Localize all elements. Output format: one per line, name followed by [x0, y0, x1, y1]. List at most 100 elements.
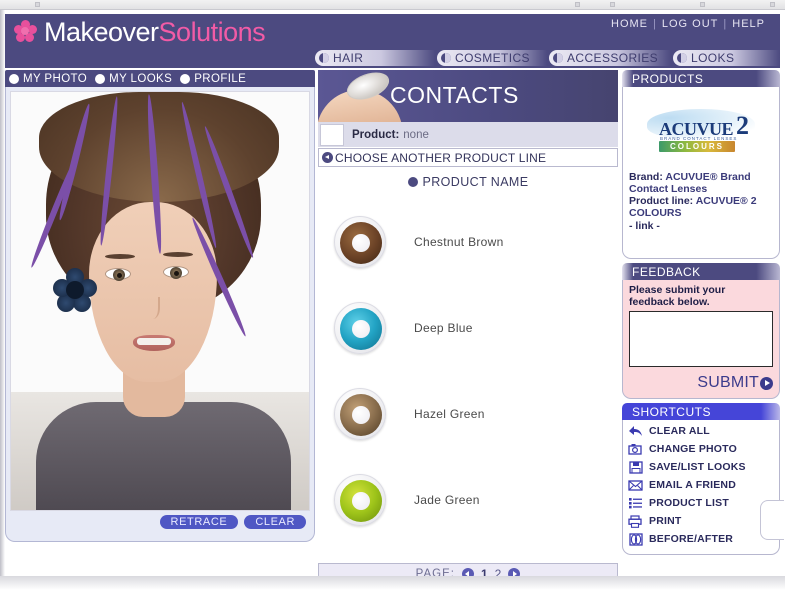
shortcuts-panel-title: SHORTCUTS — [632, 404, 711, 419]
chrome-dot — [700, 2, 705, 7]
nav-tab-accessories[interactable]: ACCESSORIES — [549, 50, 671, 66]
nav-bullet-icon — [553, 53, 563, 63]
flower-icon — [14, 20, 38, 44]
link-help[interactable]: HELP — [727, 18, 770, 30]
arrow-left-icon — [322, 152, 333, 163]
model-iris-right — [170, 267, 182, 279]
tab-dot-icon — [95, 73, 106, 84]
choose-another-label: CHOOSE ANOTHER PRODUCT LINE — [335, 150, 547, 165]
link-home[interactable]: HOME — [606, 18, 653, 30]
logo-two-text: 2 — [736, 111, 749, 140]
products-panel-header: PRODUCTS — [622, 70, 780, 87]
site-logo[interactable]: Makeover Solutions — [14, 16, 266, 48]
products-panel-title: PRODUCTS — [632, 71, 704, 86]
lens-swatch-deep-blue[interactable] — [334, 302, 386, 354]
product-link[interactable]: - link - — [629, 220, 773, 232]
shortcut-change-photo[interactable]: CHANGE PHOTO — [627, 440, 775, 458]
left-tab-my-photo[interactable]: MY PHOTO — [9, 73, 87, 85]
shortcut-label: CHANGE PHOTO — [649, 443, 737, 455]
nav-tab-cosmetics[interactable]: COSMETICS — [437, 50, 547, 66]
feedback-panel-header: FEEDBACK — [622, 263, 780, 280]
products-panel-body: ACUVUE 2 BRAND CONTACT LENSES COLOURS Br… — [622, 87, 780, 259]
nav-tab-looks[interactable]: LOOKS — [673, 50, 780, 66]
product-name: Jade Green — [414, 493, 480, 507]
brand-line: Brand: ACUVUE® Brand Contact Lenses — [629, 171, 773, 195]
selected-product-row: Product: none — [318, 122, 618, 148]
nav-tab-label: HAIR — [333, 51, 364, 65]
shortcut-email-a-friend[interactable]: EMAIL A FRIEND — [627, 476, 775, 494]
submit-label: SUBMIT — [697, 374, 759, 391]
shortcut-before-after[interactable]: BEFORE/AFTER — [627, 530, 775, 548]
chrome-dot — [575, 2, 580, 7]
contacts-banner: CONTACTS — [318, 70, 618, 122]
product-name: Hazel Green — [414, 407, 485, 421]
nav-tab-label: LOOKS — [691, 51, 735, 65]
product-value: none — [403, 128, 429, 141]
column-bullet-icon — [407, 177, 418, 187]
product-list: Chestnut Brown Deep Blue Hazel Green Jad… — [318, 193, 618, 563]
list-item[interactable]: Jade Green — [318, 457, 618, 543]
choose-another-product-line-button[interactable]: CHOOSE ANOTHER PRODUCT LINE — [318, 148, 618, 167]
tab-dot-icon — [9, 73, 19, 84]
arrow-right-icon — [760, 376, 773, 390]
feedback-panel-body: Please submit your feedback below. SUBMI… — [622, 280, 780, 399]
shortcut-save-list-looks[interactable]: SAVE/LIST LOOKS — [627, 458, 775, 476]
shortcut-label: PRINT — [649, 515, 682, 527]
shortcut-product-list[interactable]: PRODUCT LIST — [627, 494, 775, 512]
lens-center — [352, 406, 370, 424]
logo-colours-text: COLOURS — [659, 141, 735, 152]
left-tab-bar: MY PHOTO MY LOOKS PROFILE — [5, 70, 315, 87]
feedback-panel-title: FEEDBACK — [632, 264, 701, 279]
left-tab-my-looks[interactable]: MY LOOKS — [95, 73, 172, 85]
column-header-label: PRODUCT NAME — [422, 175, 529, 189]
chrome-dot — [610, 2, 615, 7]
list-item[interactable]: Deep Blue — [318, 285, 618, 371]
lens-swatch-jade-green[interactable] — [334, 474, 386, 526]
lens-center — [352, 492, 370, 510]
feedback-panel: FEEDBACK Please submit your feedback bel… — [622, 263, 780, 399]
lens-swatch-chestnut-brown[interactable] — [334, 216, 386, 268]
before-after-icon — [627, 532, 644, 547]
logo-secondary-text: Solutions — [158, 16, 266, 47]
nav-tab-hair[interactable]: HAIR — [315, 50, 435, 66]
shortcut-print[interactable]: PRINT — [627, 512, 775, 530]
shortcut-label: CLEAR ALL — [649, 425, 710, 437]
shortcut-clear-all[interactable]: CLEAR ALL — [627, 422, 775, 440]
lens-swatch-hazel-green[interactable] — [334, 388, 386, 440]
shortcuts-panel: SHORTCUTS CLEAR ALL CHANGE PHOTO SAVE/LI… — [622, 403, 780, 555]
shortcut-label: SAVE/LIST LOOKS — [649, 461, 746, 473]
list-icon — [627, 496, 644, 511]
retrace-button[interactable]: RETRACE — [159, 515, 239, 529]
shortcut-label: EMAIL A FRIEND — [649, 479, 736, 491]
product-name-column-header: PRODUCT NAME — [318, 171, 618, 193]
model-shoulders — [36, 402, 291, 510]
feedback-textarea[interactable] — [629, 311, 773, 367]
center-column: CONTACTS Product: none CHOOSE ANOTHER PR… — [318, 70, 618, 563]
clear-button[interactable]: CLEAR — [244, 515, 306, 529]
left-tab-label: MY LOOKS — [109, 72, 173, 85]
product-line-label: Product line: — [629, 195, 694, 207]
shortcuts-list: CLEAR ALL CHANGE PHOTO SAVE/LIST LOOKS E… — [622, 420, 780, 555]
shortcuts-panel-header: SHORTCUTS — [622, 403, 780, 420]
feedback-submit-button[interactable]: SUBMIT — [629, 374, 773, 392]
product-name: Chestnut Brown — [414, 235, 504, 249]
right-column: PRODUCTS ACUVUE 2 BRAND CONTACT LENSES C… — [622, 70, 780, 559]
acuvue-brand-logo: ACUVUE 2 BRAND CONTACT LENSES COLOURS — [647, 107, 755, 155]
list-item[interactable]: Chestnut Brown — [318, 199, 618, 285]
scroll-corner-stub[interactable] — [760, 500, 784, 540]
nav-bullet-icon — [319, 53, 329, 63]
left-tab-profile[interactable]: PROFILE — [180, 73, 246, 85]
photo-action-buttons: RETRACE CLEAR — [159, 515, 306, 529]
model-brow-left — [105, 254, 135, 259]
brand-label: Brand: — [629, 171, 663, 183]
link-logout[interactable]: LOG OUT — [657, 18, 724, 30]
model-pupil-left — [116, 272, 122, 278]
envelope-icon — [627, 478, 644, 493]
model-teeth — [137, 338, 171, 345]
main-nav: HAIR COSMETICS ACCESSORIES LOOKS — [5, 50, 780, 68]
nav-tab-label: COSMETICS — [455, 51, 530, 65]
header-links: HOME | LOG OUT | HELP — [606, 18, 770, 30]
model-nose — [146, 297, 160, 319]
list-item[interactable]: Hazel Green — [318, 371, 618, 457]
photo-canvas[interactable] — [10, 91, 310, 511]
